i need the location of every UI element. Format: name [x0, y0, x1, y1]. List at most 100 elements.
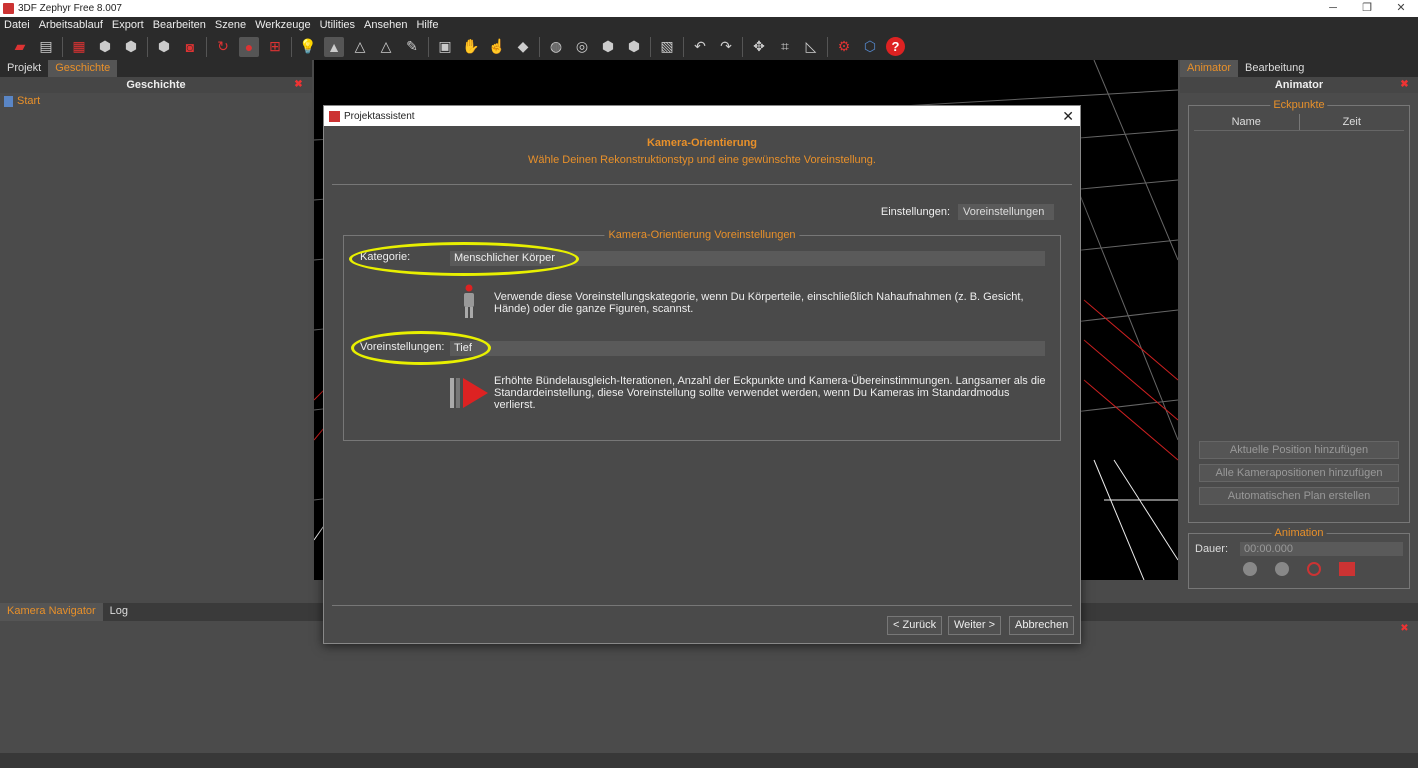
new-project-icon[interactable]: ▰ — [10, 37, 30, 57]
restore-button[interactable]: ❐ — [1350, 0, 1384, 17]
textured-mesh-icon[interactable]: ⬢ — [121, 37, 141, 57]
tab-projekt[interactable]: Projekt — [0, 60, 48, 77]
duration-input[interactable]: 00:00.000 — [1240, 542, 1403, 556]
close-window-button[interactable]: ✕ — [1384, 0, 1418, 17]
sphere-grid-icon[interactable]: ◍ — [546, 37, 566, 57]
wireframe-icon[interactable]: △ — [350, 37, 370, 57]
duration-label: Dauer: — [1195, 543, 1229, 555]
image-icon[interactable]: ▧ — [657, 37, 677, 57]
tab-bearbeitung[interactable]: Bearbeitung — [1238, 60, 1311, 77]
workflow-icon[interactable]: ▦ — [69, 37, 89, 57]
animator-panel-title: Animator ✖ — [1180, 77, 1418, 93]
app-logo-icon — [3, 3, 14, 14]
close-icon[interactable]: ✖ — [1399, 623, 1410, 634]
highlight-ring — [351, 331, 491, 365]
menu-ansehen[interactable]: Ansehen — [364, 19, 407, 31]
minimize-button[interactable]: ─ — [1316, 0, 1350, 17]
crop-icon[interactable]: ⌗ — [775, 37, 795, 57]
mesh-icon[interactable]: ⬢ — [95, 37, 115, 57]
keypoints-group-title: Eckpunkte — [1270, 99, 1328, 111]
measure-icon[interactable]: ◺ — [801, 37, 821, 57]
orbit-icon[interactable]: ✥ — [749, 37, 769, 57]
menu-utilities[interactable]: Utilities — [320, 19, 355, 31]
menu-werkzeuge[interactable]: Werkzeuge — [255, 19, 310, 31]
hierarchy-icon[interactable]: ⊞ — [265, 37, 285, 57]
menu-hilfe[interactable]: Hilfe — [416, 19, 438, 31]
trash-icon — [4, 95, 13, 107]
left-panel: Projekt Geschichte Geschichte ✖ Start — [0, 60, 312, 600]
tab-log[interactable]: Log — [103, 603, 135, 621]
save-icon[interactable]: ▤ — [36, 37, 56, 57]
main-toolbar: ▰ ▤ ▦ ⬢ ⬢ ⬢ ◙ ↻ ● ⊞ 💡 ▲ △ △ ✎ ▣ ✋ ☝ ◆ ◍ … — [0, 33, 1418, 60]
dialog-close-button[interactable]: ✕ — [1062, 108, 1074, 125]
play-icon[interactable] — [1243, 562, 1257, 576]
cameras-icon[interactable]: ▣ — [435, 37, 455, 57]
box-icon[interactable]: ⬡ — [860, 37, 880, 57]
settings-select[interactable]: Voreinstellungen — [958, 204, 1054, 220]
menu-bar: Datei Arbeitsablauf Export Bearbeiten Sz… — [0, 17, 1418, 33]
preset-group-title: Kamera-Orientierung Voreinstellungen — [604, 229, 800, 241]
add-current-position-button[interactable]: Aktuelle Position hinzufügen — [1199, 441, 1399, 459]
keypoints-list[interactable] — [1189, 131, 1409, 441]
project-wizard-dialog: Projektassistent ✕ Kamera-Orientierung W… — [323, 105, 1081, 644]
menu-szene[interactable]: Szene — [215, 19, 246, 31]
help-icon[interactable]: ? — [886, 37, 905, 56]
brush-icon[interactable]: ✎ — [402, 37, 422, 57]
divider — [332, 605, 1072, 606]
animator-title: Animator — [1274, 79, 1324, 91]
menu-arbeitsablauf[interactable]: Arbeitsablauf — [39, 19, 103, 31]
stop-icon[interactable] — [1275, 562, 1289, 576]
deep-preset-icon — [450, 378, 488, 408]
human-figure-icon — [464, 284, 474, 318]
objects-icon[interactable]: ◆ — [513, 37, 533, 57]
column-name[interactable]: Name — [1194, 114, 1300, 130]
record-icon[interactable] — [1307, 562, 1321, 576]
tab-kamera-navigator[interactable]: Kamera Navigator — [0, 603, 103, 621]
wireframe-outline-icon[interactable]: △ — [376, 37, 396, 57]
sphere-icon[interactable]: ◎ — [572, 37, 592, 57]
history-item-label: Start — [17, 95, 41, 107]
right-panel: Animator Bearbeitung Animator ✖ Eckpunkt… — [1180, 60, 1418, 600]
gear-icon[interactable]: ⚙ — [834, 37, 854, 57]
preset-select[interactable]: Tief — [450, 341, 1045, 356]
refresh-icon[interactable]: ↻ — [213, 37, 233, 57]
history-panel-title: Geschichte ✖ — [0, 77, 312, 93]
back-button[interactable]: < Zurück — [887, 616, 943, 635]
cube-alt-icon[interactable]: ⬢ — [624, 37, 644, 57]
dialog-titlebar: Projektassistent ✕ — [324, 106, 1080, 126]
column-zeit[interactable]: Zeit — [1300, 114, 1405, 130]
camera-icon[interactable]: ◙ — [180, 37, 200, 57]
keypoints-group: Eckpunkte Name Zeit Aktuelle Position hi… — [1188, 99, 1410, 523]
tab-animator[interactable]: Animator — [1180, 60, 1239, 77]
triangles-icon[interactable]: ▲ — [324, 36, 344, 57]
highlight-ring — [349, 242, 579, 276]
settings-row: Einstellungen: Voreinstellungen — [881, 204, 1054, 220]
history-item-start[interactable]: Start — [0, 93, 312, 109]
next-button[interactable]: Weiter > — [948, 616, 1002, 635]
select-icon[interactable]: ✋ — [461, 37, 481, 57]
settings-label: Einstellungen: — [880, 206, 950, 218]
history-title: Geschichte — [126, 79, 186, 91]
tab-geschichte[interactable]: Geschichte — [48, 60, 118, 77]
window-title: 3DF Zephyr Free 8.007 — [18, 3, 122, 14]
dialog-title: Projektassistent — [344, 110, 415, 122]
preset-group: Kamera-Orientierung Voreinstellungen Kat… — [343, 229, 1061, 441]
menu-export[interactable]: Export — [112, 19, 144, 31]
menu-bearbeiten[interactable]: Bearbeiten — [153, 19, 206, 31]
record-icon[interactable]: ● — [239, 36, 259, 57]
cancel-button[interactable]: Abbrechen — [1009, 616, 1075, 635]
close-icon[interactable]: ✖ — [293, 79, 304, 90]
undo-icon[interactable]: ↶ — [690, 37, 710, 57]
settings-cube-icon[interactable]: ⬢ — [154, 37, 174, 57]
light-icon[interactable]: 💡 — [298, 37, 318, 57]
cube-icon[interactable]: ⬢ — [598, 37, 618, 57]
status-bar — [0, 753, 1418, 768]
menu-datei[interactable]: Datei — [4, 19, 30, 31]
point-select-icon[interactable]: ☝ — [487, 37, 507, 57]
category-description: Verwende diese Voreinstellungskategorie,… — [494, 291, 1024, 315]
close-icon[interactable]: ✖ — [1399, 79, 1410, 90]
add-all-camera-positions-button[interactable]: Alle Kamerapositionen hinzufügen — [1199, 464, 1399, 482]
redo-icon[interactable]: ↷ — [716, 37, 736, 57]
video-icon[interactable] — [1339, 562, 1355, 576]
create-auto-plan-button[interactable]: Automatischen Plan erstellen — [1199, 487, 1399, 505]
